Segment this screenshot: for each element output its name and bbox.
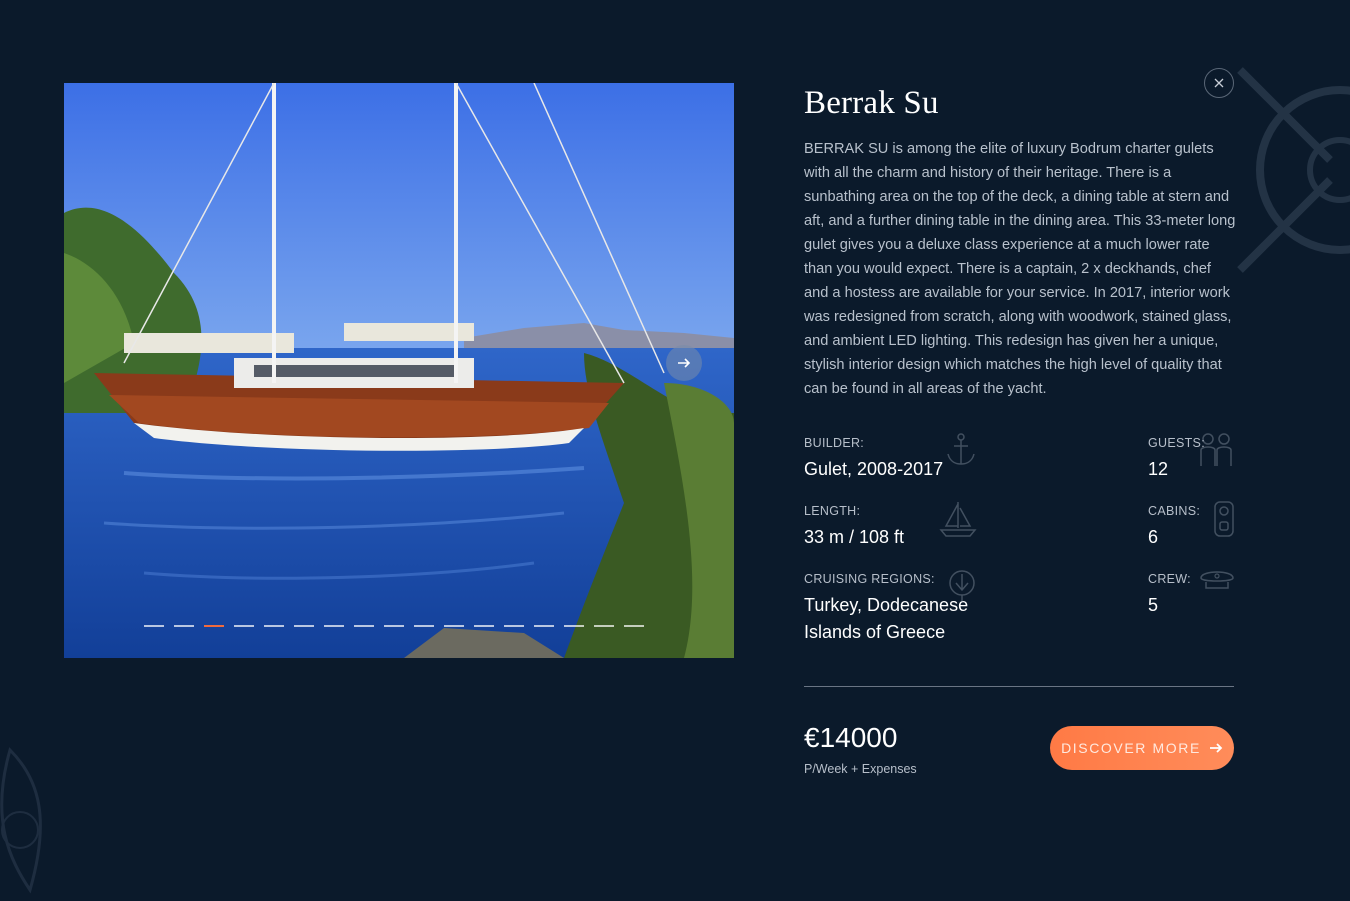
anchor-icon — [947, 433, 975, 465]
slide-indicator-dot[interactable] — [504, 625, 524, 627]
spec-length-value: 33 m / 108 ft — [804, 527, 905, 547]
slide-indicators — [144, 625, 644, 627]
slide-indicator-dot[interactable] — [354, 625, 374, 627]
close-button[interactable] — [1204, 68, 1234, 98]
slide-indicator-dot[interactable] — [474, 625, 494, 627]
slide-indicator-dot[interactable] — [534, 625, 554, 627]
slide-indicator-dot[interactable] — [204, 625, 224, 627]
discover-more-label: DISCOVER MORE — [1061, 740, 1201, 756]
price-note: P/Week + Expenses — [804, 762, 917, 776]
next-slide-button[interactable] — [666, 345, 702, 381]
ship-wheel-decoration — [1237, 67, 1350, 273]
spec-crew-value: 5 — [1148, 595, 1159, 615]
slide-indicator-dot[interactable] — [144, 625, 164, 627]
discover-more-button[interactable]: DISCOVER MORE — [1050, 726, 1234, 770]
yacht-title: Berrak Su — [804, 85, 939, 121]
spec-cabins-value: 6 — [1148, 527, 1159, 547]
spec-guests-value: 12 — [1148, 459, 1169, 479]
slide-indicator-dot[interactable] — [294, 625, 314, 627]
shell-decoration — [0, 747, 42, 894]
slide-indicator-dot[interactable] — [174, 625, 194, 627]
spec-length: LENGTH: 33 m / 108 ft — [804, 504, 904, 551]
spec-regions-value: Turkey, Dodecanese Islands of Greece — [804, 595, 969, 642]
price: €14000 — [804, 722, 898, 753]
divider — [804, 686, 1234, 687]
spec-builder-value: Gulet, 2008-2017 — [804, 459, 944, 479]
spec-cabins: CABINS: 6 — [1148, 504, 1200, 551]
spec-crew-label: CREW: — [1148, 572, 1191, 586]
spec-regions-label: CRUISING REGIONS: — [804, 572, 935, 586]
spec-guests: GUESTS: 12 — [1148, 436, 1205, 483]
captain-hat-icon — [1200, 571, 1234, 589]
slide-indicator-dot[interactable] — [264, 625, 284, 627]
slide-indicator-dot[interactable] — [384, 625, 404, 627]
arrow-right-icon — [678, 358, 691, 368]
spec-builder: BUILDER: Gulet, 2008-2017 — [804, 436, 943, 483]
slide-indicator-dot[interactable] — [624, 625, 644, 627]
close-icon — [1214, 78, 1224, 88]
slide-indicator-dot[interactable] — [414, 625, 434, 627]
map-pin-icon — [949, 570, 975, 602]
spec-regions: CRUISING REGIONS: Turkey, Dodecanese Isl… — [804, 572, 1024, 646]
spec-cabins-label: CABINS: — [1148, 504, 1201, 518]
slide-indicator-dot[interactable] — [444, 625, 464, 627]
slide-indicator-dot[interactable] — [564, 625, 584, 627]
spec-builder-label: BUILDER: — [804, 436, 865, 450]
spec-guests-label: GUESTS: — [1148, 436, 1205, 450]
sailboat-icon — [939, 502, 977, 537]
slide-indicator-dot[interactable] — [594, 625, 614, 627]
door-hanger-icon — [1214, 501, 1234, 537]
yacht-description: BERRAK SU is among the elite of luxury B… — [804, 141, 1236, 397]
yacht-photo — [64, 83, 734, 658]
yacht-photo-gallery[interactable] — [64, 83, 734, 658]
slide-indicator-dot[interactable] — [234, 625, 254, 627]
arrow-right-icon — [1209, 743, 1223, 753]
spec-crew: CREW: 5 — [1148, 572, 1191, 619]
slide-indicator-dot[interactable] — [324, 625, 344, 627]
spec-length-label: LENGTH: — [804, 504, 861, 518]
people-icon — [1200, 433, 1232, 466]
